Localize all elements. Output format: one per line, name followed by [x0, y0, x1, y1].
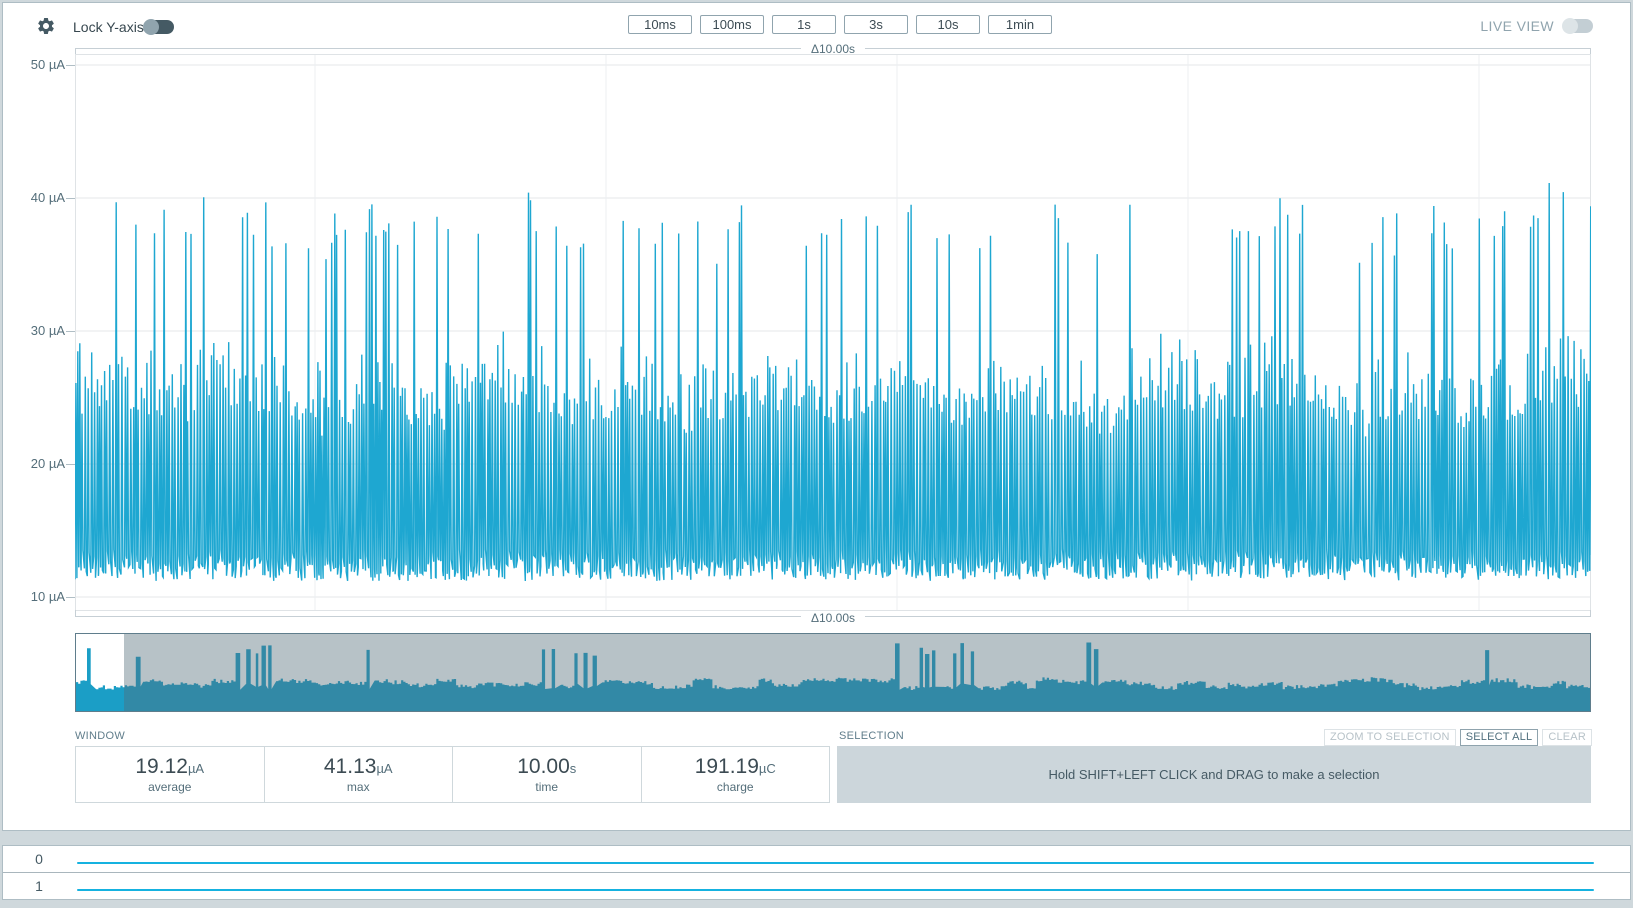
- time-range-group: 10ms 100ms 1s 3s 10s 1min: [628, 15, 1052, 34]
- toggle-knob: [143, 19, 159, 35]
- digital-channels-panel: 0 1: [2, 845, 1631, 900]
- window-section-title: WINDOW: [75, 730, 125, 742]
- recording-minimap[interactable]: [75, 633, 1591, 712]
- digital-channel-0-trace: [77, 862, 1594, 864]
- range-button-100ms[interactable]: 100ms: [700, 15, 764, 34]
- lock-y-axis-toggle[interactable]: [144, 20, 174, 34]
- digital-channel-row-0[interactable]: 0: [3, 846, 1630, 873]
- stat-max: 41.13µA max: [265, 747, 454, 802]
- range-button-1min[interactable]: 1min: [988, 15, 1052, 34]
- digital-channel-label: 1: [3, 873, 75, 899]
- current-chart[interactable]: [75, 54, 1591, 611]
- selection-actions: ZOOM TO SELECTION SELECT ALL CLEAR: [1324, 729, 1592, 746]
- digital-channel-1-trace: [77, 889, 1594, 891]
- live-view-group: LIVE VIEW: [1480, 18, 1593, 34]
- stat-unit: µC: [759, 761, 776, 776]
- selection-stats-box: Hold SHIFT+LEFT CLICK and DRAG to make a…: [837, 746, 1591, 803]
- y-axis-label-40: 40 µA: [3, 189, 65, 207]
- lock-y-axis-label: Lock Y-axis: [73, 19, 144, 35]
- live-view-toggle[interactable]: [1563, 19, 1593, 33]
- stat-unit: µA: [188, 761, 204, 776]
- y-axis-tick: [66, 198, 75, 199]
- stat-label: max: [347, 780, 370, 794]
- window-span-ruler-bottom: Δ10.00s: [75, 609, 1591, 623]
- stat-unit: µA: [376, 761, 392, 776]
- select-all-button[interactable]: SELECT ALL: [1460, 729, 1539, 746]
- settings-gear-icon[interactable]: [36, 16, 56, 36]
- y-axis-label-10: 10 µA: [3, 588, 65, 606]
- stat-value: 19.12: [135, 755, 188, 778]
- stat-label: time: [535, 780, 558, 794]
- stat-value: 191.19: [695, 755, 759, 778]
- y-axis-label-30: 30 µA: [3, 322, 65, 340]
- ruler-endcap: [75, 610, 76, 617]
- stat-time: 10.00s time: [453, 747, 642, 802]
- y-axis-tick: [66, 464, 75, 465]
- digital-channel-row-1[interactable]: 1: [3, 873, 1630, 899]
- y-axis-label-20: 20 µA: [3, 455, 65, 473]
- power-profiler-app: Lock Y-axis 10ms 100ms 1s 3s 10s 1min LI…: [0, 0, 1633, 908]
- stat-label: charge: [717, 780, 754, 794]
- stat-label: average: [148, 780, 191, 794]
- stat-charge: 191.19µC charge: [642, 747, 830, 802]
- range-button-3s[interactable]: 3s: [844, 15, 908, 34]
- clear-selection-button[interactable]: CLEAR: [1542, 729, 1592, 746]
- y-axis-label-50: 50 µA: [3, 56, 65, 74]
- main-panel: Lock Y-axis 10ms 100ms 1s 3s 10s 1min LI…: [2, 2, 1631, 831]
- selection-section-title: SELECTION: [839, 730, 904, 742]
- stat-value: 10.00: [517, 755, 570, 778]
- y-axis-tick: [66, 65, 75, 66]
- stat-average: 19.12µA average: [76, 747, 265, 802]
- stat-unit: s: [570, 761, 577, 776]
- toggle-knob: [1562, 18, 1578, 34]
- ruler-endcap: [1590, 610, 1591, 617]
- digital-channel-label: 0: [3, 846, 75, 872]
- selection-hint-text: Hold SHIFT+LEFT CLICK and DRAG to make a…: [1048, 767, 1379, 782]
- y-axis-tick: [66, 331, 75, 332]
- window-stats-cards: 19.12µA average 41.13µA max 10.00s time …: [75, 746, 830, 803]
- range-button-10s[interactable]: 10s: [916, 15, 980, 34]
- y-axis-tick: [66, 597, 75, 598]
- range-button-1s[interactable]: 1s: [772, 15, 836, 34]
- window-span-label: Δ10.00s: [801, 611, 865, 625]
- stat-value: 41.13: [324, 755, 377, 778]
- zoom-to-selection-button[interactable]: ZOOM TO SELECTION: [1324, 729, 1456, 746]
- range-button-10ms[interactable]: 10ms: [628, 15, 692, 34]
- minimap-unselected-overlay: [124, 634, 1590, 711]
- live-view-label: LIVE VIEW: [1480, 18, 1554, 34]
